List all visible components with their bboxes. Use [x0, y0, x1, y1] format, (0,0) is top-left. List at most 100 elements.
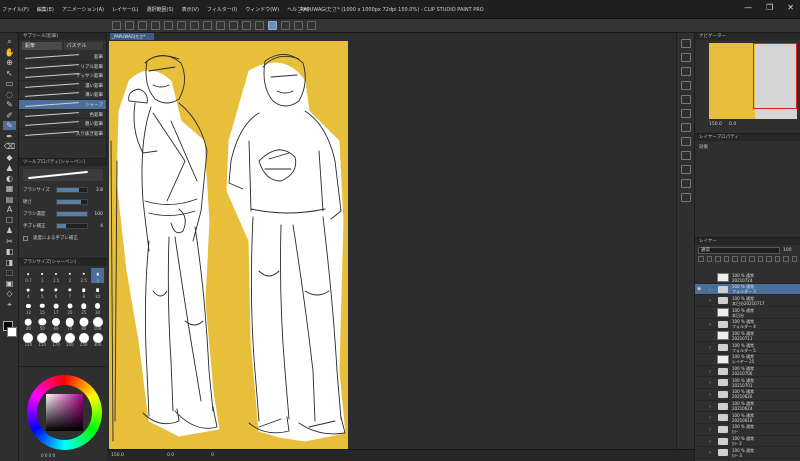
layer-row[interactable]: › 100 % 通常 20210706 [695, 366, 800, 378]
layer-tool-icon[interactable] [698, 256, 704, 262]
brush-size-cell[interactable]: 70 [63, 316, 76, 331]
expand-arrow-icon[interactable]: › [709, 392, 711, 398]
layer-row[interactable]: › 100 % 通常 20210618 [695, 412, 800, 424]
command-icon[interactable] [177, 21, 186, 30]
expand-arrow-icon[interactable]: › [709, 369, 711, 375]
command-icon[interactable] [151, 21, 160, 30]
eye-icon[interactable] [697, 298, 703, 303]
expand-arrow-icon[interactable]: › [709, 287, 711, 293]
document-tab[interactable]: _PAPUWAG(ださ* [110, 33, 154, 40]
eye-icon[interactable] [697, 427, 703, 432]
tool-icon[interactable]: ◨ [3, 258, 16, 267]
brush-size-cell[interactable]: 8 [77, 284, 90, 299]
brush-item[interactable]: シャープ [19, 99, 106, 110]
brush-size-cell[interactable]: 170 [50, 332, 63, 347]
command-icon[interactable] [294, 21, 303, 30]
status-zoom[interactable]: 150.0 [111, 453, 124, 458]
eye-icon[interactable] [697, 322, 703, 327]
menu-item[interactable]: ファイル(F) [2, 6, 29, 13]
tool-icon[interactable]: ♟ [3, 226, 16, 235]
eye-icon[interactable] [697, 415, 703, 420]
panel-icon[interactable] [681, 193, 691, 202]
expand-arrow-icon[interactable]: › [709, 450, 711, 456]
brush-item[interactable]: リアル鉛筆 [19, 62, 106, 72]
layer-tool-icon[interactable] [791, 256, 797, 262]
tool-icon[interactable]: ◇ [3, 289, 16, 298]
panel-icon[interactable] [681, 165, 691, 174]
menu-item[interactable]: アニメーション(A) [62, 6, 104, 13]
expand-arrow-icon[interactable]: › [709, 439, 711, 445]
layer-row[interactable]: 100 % 通常 20210724 [695, 272, 800, 284]
brush-size-cell[interactable]: 20 [63, 300, 76, 315]
expand-arrow-icon[interactable]: › [709, 345, 711, 351]
brush-size-cell[interactable]: 50 [36, 316, 49, 331]
brush-size-cell[interactable]: 2 [63, 268, 76, 283]
eye-icon[interactable] [697, 333, 703, 338]
tab-pencil[interactable]: 鉛筆 [22, 42, 62, 50]
panel-icon[interactable] [681, 95, 691, 104]
artboard[interactable] [109, 41, 348, 449]
expand-arrow-icon[interactable]: › [709, 380, 711, 386]
tool-icon[interactable]: ⊕ [3, 58, 16, 67]
menu-item[interactable]: レイヤー(L) [112, 6, 139, 13]
eye-icon[interactable] [697, 357, 703, 362]
command-icon[interactable] [203, 21, 212, 30]
layer-row[interactable]: › 100 % 通常 20210624 [695, 401, 800, 413]
brush-size-cell[interactable]: 30 [91, 300, 104, 315]
eye-icon[interactable] [697, 345, 703, 350]
brush-item[interactable]: デッサン鉛筆 [19, 71, 106, 81]
brush-size-cell[interactable]: 0.7 [22, 268, 35, 283]
panel-icon[interactable] [681, 137, 691, 146]
brush-size-cell[interactable]: 300 [91, 332, 104, 347]
brush-size-cell[interactable]: 150 [36, 332, 49, 347]
layer-row[interactable]: › 100 % 通常 ｶﾗｰ 3 [695, 447, 800, 459]
tool-icon[interactable]: ✒ [3, 132, 16, 141]
brush-size-cell[interactable]: 15 [36, 300, 49, 315]
layer-row[interactable]: 100 % 通常 レイヤー 25 [695, 354, 800, 366]
tool-icon[interactable]: ▲ [3, 163, 16, 172]
menu-item[interactable]: 選択範囲(S) [147, 6, 174, 13]
layer-tool-icon[interactable] [749, 256, 755, 262]
tool-icon[interactable]: ✎ [3, 100, 16, 109]
angle-value[interactable]: 0.0 [729, 122, 736, 127]
command-icon[interactable] [268, 21, 277, 30]
panel-icon[interactable] [681, 53, 691, 62]
eye-icon[interactable] [697, 404, 703, 409]
brush-size-cell[interactable]: 12 [22, 300, 35, 315]
command-icon[interactable] [307, 21, 316, 30]
eye-icon[interactable] [697, 392, 703, 397]
brush-item[interactable]: 粗い鉛筆 [19, 119, 106, 129]
brush-size-cell[interactable]: 5 [36, 284, 49, 299]
brush-size-cell[interactable]: 200 [63, 332, 76, 347]
brush-size-cell[interactable]: 1.5 [50, 268, 63, 283]
layer-row[interactable]: › 100 % 通常 ｶﾗｰ [695, 424, 800, 436]
eye-icon[interactable] [697, 310, 703, 315]
brush-size-cell[interactable]: 2.5 [77, 268, 90, 283]
tool-icon[interactable]: ▣ [3, 279, 16, 288]
property-value[interactable]: 4 [91, 224, 103, 229]
tool-icon[interactable]: ⬚ [3, 268, 16, 277]
minimize-icon[interactable]: — [744, 3, 752, 12]
layer-tool-icon[interactable] [774, 256, 780, 262]
layer-tool-icon[interactable] [757, 256, 763, 262]
expand-arrow-icon[interactable]: › [709, 404, 711, 410]
tool-icon[interactable]: ◆ [3, 153, 16, 162]
command-icon[interactable] [216, 21, 225, 30]
tool-icon[interactable]: ◧ [3, 247, 16, 256]
sub-color-chip[interactable] [7, 327, 17, 337]
brush-item[interactable]: 入り抜き鉛筆 [19, 129, 106, 139]
property-slider[interactable] [56, 223, 88, 229]
brush-size-cell[interactable]: 100 [91, 316, 104, 331]
brush-size-cell[interactable]: 25 [77, 300, 90, 315]
tool-icon[interactable]: ✐ [3, 111, 16, 120]
eye-icon[interactable]: ◉ [697, 286, 703, 292]
brush-size-cell[interactable]: 60 [50, 316, 63, 331]
brush-item[interactable]: 色鉛筆 [19, 110, 106, 120]
property-slider[interactable] [56, 199, 88, 205]
view-frame[interactable] [753, 43, 797, 109]
command-icon[interactable] [229, 21, 238, 30]
brush-size-cell[interactable]: 6 [50, 284, 63, 299]
property-value[interactable]: 100 [91, 212, 103, 217]
layer-tool-icon[interactable] [706, 256, 712, 262]
layer-tool-icon[interactable] [740, 256, 746, 262]
